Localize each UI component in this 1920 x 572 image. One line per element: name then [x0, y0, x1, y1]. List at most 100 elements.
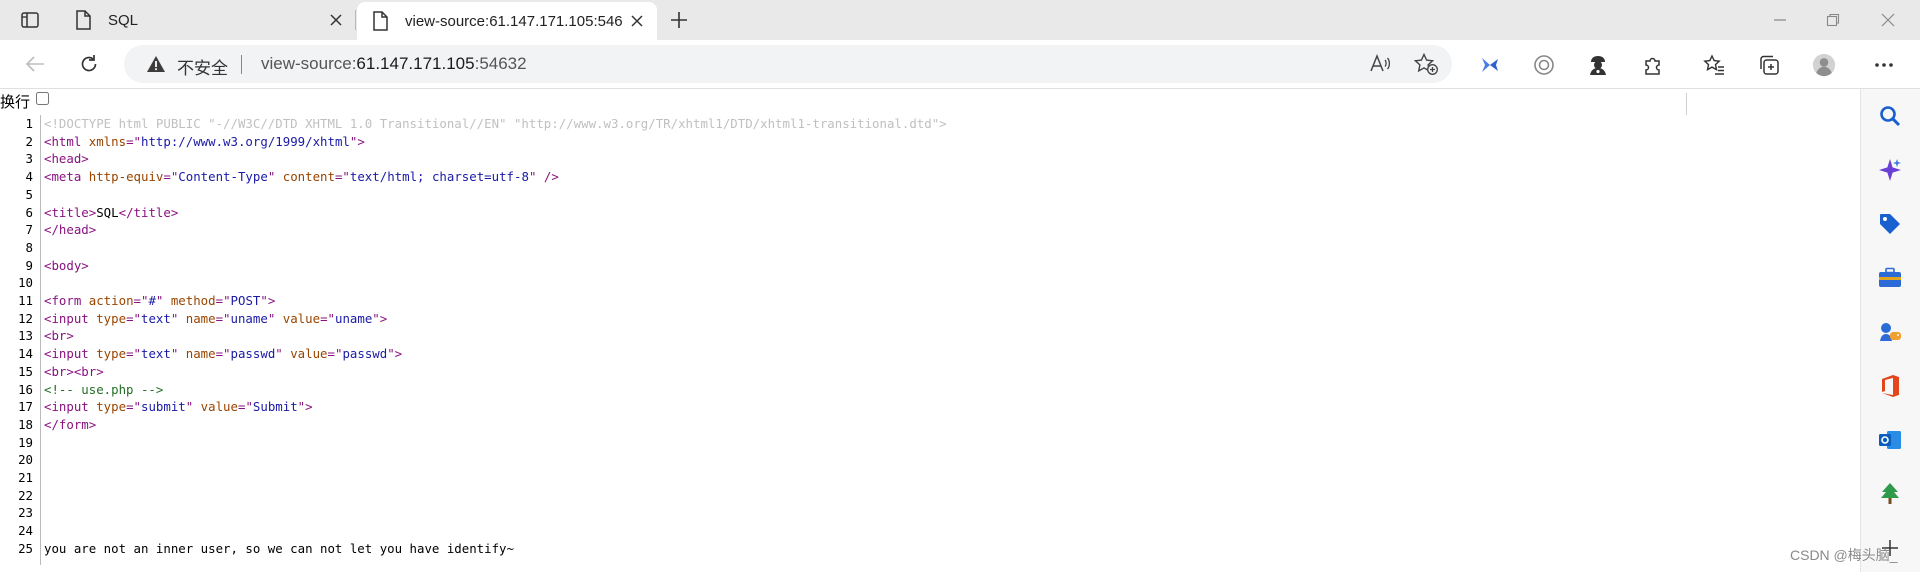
source-line: 15 <br><br>	[0, 363, 1860, 381]
line-wrap-checkbox[interactable]	[36, 92, 49, 105]
warning-triangle-icon[interactable]	[146, 55, 166, 78]
code-token: ">	[297, 399, 313, 415]
code-token: <!DOCTYPE html PUBLIC "-//W3C//DTD XHTML…	[44, 116, 947, 131]
code-token: value	[282, 310, 321, 326]
close-icon[interactable]	[629, 13, 645, 29]
source-line: 17 <input type="submit" value="Submit">	[0, 398, 1860, 416]
code-token: " />	[528, 169, 559, 185]
code-token: http-equiv	[88, 169, 164, 185]
security-status[interactable]: 不安全	[177, 54, 228, 79]
code-token: ="	[126, 346, 141, 362]
code-token: "	[267, 310, 283, 326]
code-token: you are not an inner user, so we can not…	[44, 540, 514, 556]
source-line: 21	[0, 469, 1860, 487]
line-number: 16	[18, 381, 33, 397]
code-token: <input	[44, 399, 97, 415]
outlook-icon[interactable]	[1877, 427, 1903, 453]
line-number: 8	[25, 239, 33, 255]
source-line: 19	[0, 434, 1860, 452]
code-token: ">	[349, 133, 365, 149]
line-number: 18	[18, 416, 33, 432]
code-token: #	[148, 293, 156, 308]
close-icon[interactable]	[328, 12, 344, 28]
source-line: 6 <title>SQL</title>	[0, 204, 1860, 222]
code-token: ="	[126, 133, 141, 149]
more-menu-icon[interactable]	[1872, 53, 1896, 77]
copilot-sparkle-icon[interactable]	[1877, 157, 1903, 183]
tab-actions-icon[interactable]	[17, 8, 43, 32]
source-line: 25 you are not an inner user, so we can n…	[0, 540, 1860, 558]
url-text[interactable]: view-source:61.147.171.105:54632	[261, 54, 527, 74]
code-token: type	[96, 310, 127, 326]
games-icon[interactable]	[1877, 319, 1903, 345]
source-text: <input type="text" name="uname" value="u…	[44, 310, 387, 328]
extension-agent-icon[interactable]	[1586, 53, 1610, 77]
shopping-tag-icon[interactable]	[1877, 211, 1903, 237]
code-token: "	[185, 399, 201, 415]
new-tab-button[interactable]	[666, 8, 692, 32]
code-token: <form	[44, 293, 89, 308]
minimize-button[interactable]	[1770, 10, 1790, 30]
avatar[interactable]	[1812, 53, 1836, 77]
line-number: 11	[18, 293, 33, 308]
code-token: </title>	[118, 204, 179, 220]
code-token: ="	[215, 293, 231, 308]
line-number: 19	[18, 434, 33, 450]
star-add-icon[interactable]	[1414, 53, 1438, 75]
back-button[interactable]	[23, 52, 47, 76]
code-token: ="	[163, 169, 179, 185]
code-token: uname	[334, 310, 373, 326]
tab-strip: SQL view-source:61.147.171.105:5463	[0, 0, 1920, 40]
extension-circle-icon[interactable]	[1532, 53, 1556, 77]
reload-button[interactable]	[77, 52, 101, 76]
code-token: text/html; charset=utf-8	[349, 169, 529, 185]
source-line: 11 <form action="#" method="POST">	[0, 292, 1860, 310]
collections-icon[interactable]	[1757, 53, 1781, 77]
office-icon[interactable]	[1877, 373, 1903, 399]
code-token: value	[200, 399, 238, 415]
code-token: <body>	[44, 257, 89, 273]
code-token: ">	[387, 346, 403, 362]
line-number: 7	[25, 222, 33, 238]
code-token: type	[96, 399, 127, 415]
code-token: http://www.w3.org/1999/xhtml	[141, 133, 350, 149]
tree-icon[interactable]	[1877, 481, 1903, 507]
divider	[241, 55, 242, 74]
source-text: <head>	[44, 150, 89, 168]
code-token: <br>	[44, 328, 74, 344]
extensions-puzzle-icon[interactable]	[1641, 53, 1665, 77]
source-line: 9 <body>	[0, 257, 1860, 275]
source-text: <form action="#" method="POST">	[44, 292, 275, 310]
source-text: </form>	[44, 416, 96, 434]
code-token: xmlns	[88, 133, 127, 149]
code-token: "	[275, 346, 291, 362]
page-icon	[372, 11, 390, 31]
line-number: 20	[18, 452, 33, 468]
source-code-view: 1 <!DOCTYPE html PUBLIC "-//W3C//DTD XHTM…	[0, 115, 1860, 565]
code-token: action	[88, 293, 134, 308]
favorites-icon[interactable]	[1702, 53, 1726, 77]
source-line: 13 <br>	[0, 327, 1860, 345]
tab-view-source[interactable]: view-source:61.147.171.105:5463	[357, 2, 657, 40]
code-token: <meta	[44, 169, 89, 185]
source-line: 7 </head>	[0, 221, 1860, 239]
restore-button[interactable]	[1823, 10, 1843, 30]
code-token: <br><br>	[44, 363, 104, 379]
tab-sql[interactable]: SQL	[60, 0, 356, 40]
line-number: 1	[25, 116, 33, 131]
code-token: SQL	[96, 204, 119, 220]
address-bar[interactable]: 不安全 view-source:61.147.171.105:54632	[124, 45, 1452, 83]
search-icon[interactable]	[1877, 103, 1903, 129]
code-token: ="	[334, 169, 350, 185]
code-token: text	[140, 310, 171, 326]
window-close-button[interactable]	[1878, 10, 1898, 30]
extension-bird-icon[interactable]	[1478, 53, 1502, 77]
page-icon	[75, 10, 93, 30]
read-aloud-icon[interactable]	[1368, 53, 1392, 75]
line-number: 3	[25, 151, 33, 167]
source-text: <br><br>	[44, 363, 104, 381]
code-token: ">	[372, 310, 388, 326]
tools-briefcase-icon[interactable]	[1877, 265, 1903, 291]
source-line: 8	[0, 239, 1860, 257]
code-token: Content-Type	[178, 169, 268, 185]
